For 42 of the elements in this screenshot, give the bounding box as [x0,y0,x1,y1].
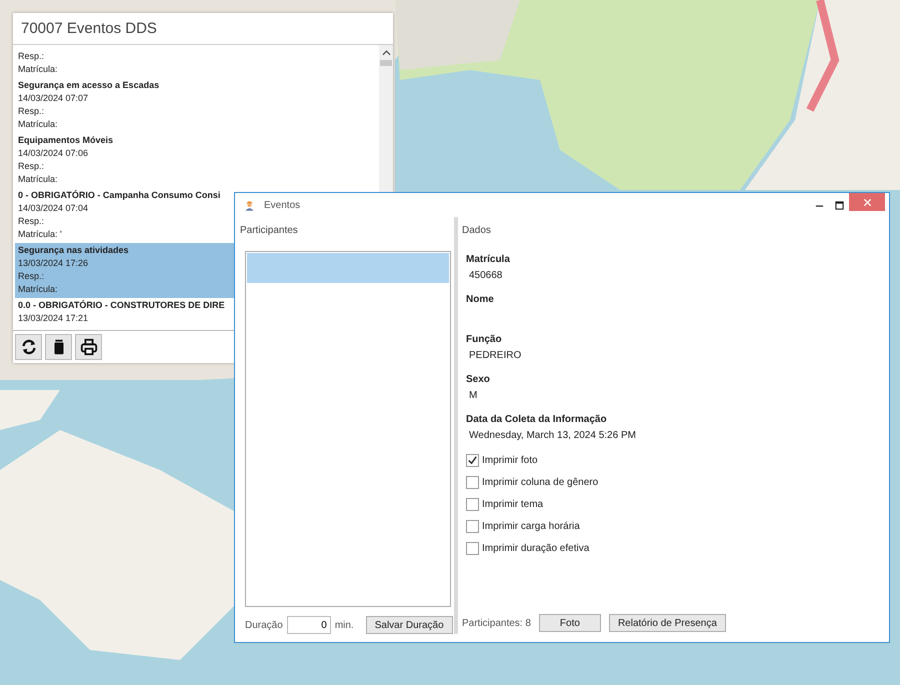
field-label: Matrícula [466,253,511,266]
event-item[interactable]: Segurança em acesso a Escadas 14/03/2024 07:07 Resp.: Matrícula: [15,78,377,133]
field-label: Função [466,333,503,346]
field-label: Data da Coleta da Informação [466,413,608,426]
printer-icon [80,338,98,356]
field-label: Nome [466,293,495,306]
close-icon [862,198,872,206]
delete-button[interactable] [45,334,72,360]
action-button[interactable]: Foto [538,614,601,632]
window-title: 70007 Eventos DDS [13,13,393,45]
field-value: Wednesday, March 13, 2024 5:26 PM [469,430,636,441]
participants-count: Participantes: 8 [462,618,531,628]
field-value: 450668 [469,270,502,281]
save-duration-button[interactable]: Salvar Duração [366,616,453,634]
print-button[interactable] [75,334,102,360]
participants-label: Participantes [240,225,299,237]
window-title: Eventos [264,200,300,210]
checkbox[interactable] [466,454,479,466]
refresh-button[interactable] [15,334,42,360]
event-item[interactable]: Resp.: Matrícula: [15,48,377,78]
duration-field[interactable]: 0 [286,616,331,634]
checkbox-label: Imprimir duração efetiva [482,542,590,554]
data-label: Dados [462,225,492,237]
scroll-up-icon[interactable] [382,50,390,56]
checkbox-label: Imprimir foto [482,454,538,466]
refresh-icon [20,338,38,356]
field-value: M [469,390,478,401]
scroll-thumb[interactable] [380,60,392,66]
unit-label: min. [334,620,354,630]
field-label: Sexo [466,373,491,386]
action-button[interactable]: Relatório de Presença [608,614,726,632]
checkbox-label: Imprimir coluna de gênero [482,476,598,488]
event-item[interactable]: Equipamentos Móveis 14/03/2024 07:06 Resp.: Matrícula: [15,132,377,188]
checkbox[interactable] [466,542,479,554]
maximize-icon [834,200,844,210]
checkbox-label: Imprimir tema [482,498,544,510]
checkbox[interactable] [466,520,479,532]
checkbox-label: Imprimir carga horária [482,520,580,532]
duration-label: Duração [245,620,283,630]
checkbox[interactable] [466,498,479,510]
checkbox[interactable] [466,476,479,488]
field-value: PEDREIRO [469,350,522,361]
